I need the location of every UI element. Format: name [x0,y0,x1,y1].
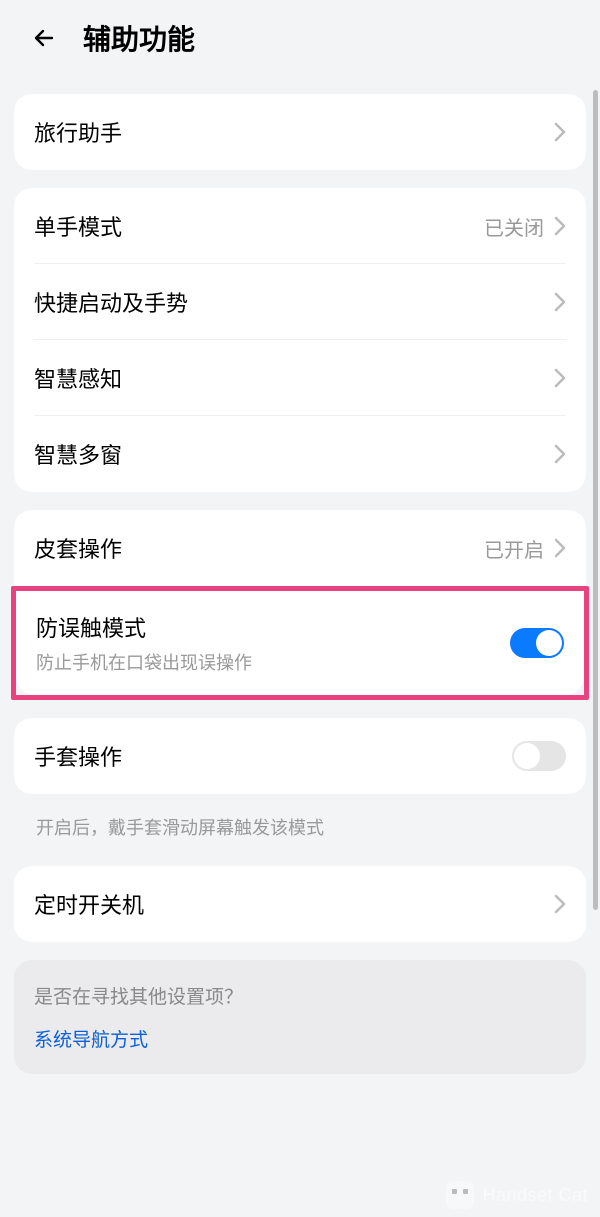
row-scheduled-power[interactable]: 定时开关机 [14,866,586,942]
label-smart-sense: 智慧感知 [34,362,554,394]
chevron-right-icon [554,444,566,464]
card-schedule: 定时开关机 [14,866,586,942]
row-smart-sense[interactable]: 智慧感知 [14,340,586,416]
label-cover: 皮套操作 [34,532,484,564]
toggle-knob [536,630,562,656]
label-schedule: 定时开关机 [34,888,554,920]
toggle-knob [514,743,540,769]
chevron-right-icon [554,216,566,236]
row-travel-assistant[interactable]: 旅行助手 [14,94,586,170]
card-travel: 旅行助手 [14,94,586,170]
hint-glove: 开启后，戴手套滑动屏幕触发该模式 [14,794,586,848]
label-one-hand: 单手模式 [34,210,484,242]
value-one-hand: 已关闭 [484,212,544,241]
row-mistouch-mode[interactable]: 防误触模式 防止手机在口袋出现误操作 [16,591,584,695]
card-mistouch: 防误触模式 防止手机在口袋出现误操作 [16,591,584,695]
row-glove-operation[interactable]: 手套操作 [14,718,586,794]
card-interaction: 单手模式 已关闭 快捷启动及手势 智慧感知 [14,188,586,492]
watermark-cat-icon [446,1181,474,1209]
chevron-right-icon [554,538,566,558]
chevron-right-icon [554,368,566,388]
label-travel-assistant: 旅行助手 [34,116,554,148]
label-smart-window: 智慧多窗 [34,438,554,470]
row-shortcuts-gestures[interactable]: 快捷启动及手势 [14,264,586,340]
footer-question: 是否在寻找其他设置项？ [34,982,566,1009]
chevron-right-icon [554,292,566,312]
footer-suggestions: 是否在寻找其他设置项？ 系统导航方式 [14,960,586,1074]
back-icon[interactable] [30,24,58,52]
label-glove: 手套操作 [34,740,512,772]
subtitle-mistouch: 防止手机在口袋出现误操作 [36,649,510,675]
label-mistouch: 防误触模式 [36,611,510,643]
watermark: Handset Cat [434,1173,600,1217]
header: 辅助功能 [0,0,600,76]
watermark-text: Handset Cat [482,1185,588,1206]
chevron-right-icon [554,894,566,914]
toggle-glove[interactable] [512,741,566,771]
page-title: 辅助功能 [83,18,195,58]
footer-link-system-nav[interactable]: 系统导航方式 [34,1025,566,1052]
scrollbar[interactable] [593,90,598,910]
row-smart-multiwindow[interactable]: 智慧多窗 [14,416,586,492]
card-cover: 皮套操作 已开启 [14,510,586,586]
label-shortcuts: 快捷启动及手势 [34,286,554,318]
highlight-annotation: 防误触模式 防止手机在口袋出现误操作 [11,586,589,700]
chevron-right-icon [554,122,566,142]
row-one-hand-mode[interactable]: 单手模式 已关闭 [14,188,586,264]
value-cover: 已开启 [484,534,544,563]
row-cover-operation[interactable]: 皮套操作 已开启 [14,510,586,586]
toggle-mistouch[interactable] [510,628,564,658]
content: 旅行助手 单手模式 已关闭 快捷启动及手势 [0,94,600,1074]
card-glove: 手套操作 [14,718,586,794]
